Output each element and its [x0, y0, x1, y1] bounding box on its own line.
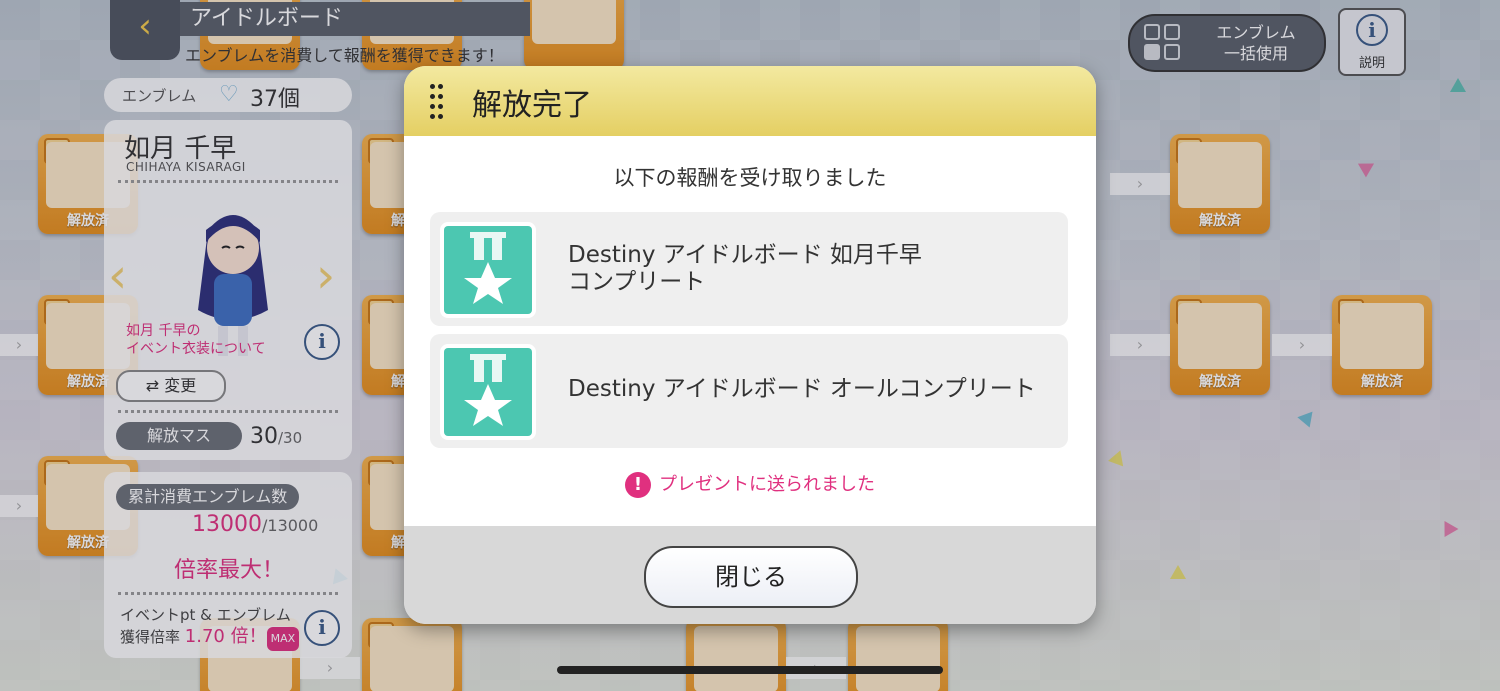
- alert-icon: !: [625, 472, 651, 498]
- medal-star-icon: [440, 344, 536, 440]
- reward-item: Destiny アイドルボード オールコンプリート: [430, 334, 1068, 448]
- dialog-title: 解放完了: [472, 88, 592, 123]
- notice-text: プレゼントに送られました: [659, 474, 875, 495]
- dialog-message: 以下の報酬を受け取りました: [613, 166, 887, 190]
- dialog-header: 解放完了: [404, 66, 1096, 136]
- release-complete-dialog: 解放完了 以下の報酬を受け取りました Destiny アイドルボード 如月千早 …: [404, 66, 1096, 624]
- reward-line: Destiny アイドルボード 如月千早: [568, 242, 922, 268]
- reward-name: Destiny アイドルボード 如月千早 コンプリート: [568, 242, 922, 296]
- medal-star-icon: [440, 222, 536, 318]
- reward-name: Destiny アイドルボード オールコンプリート: [568, 376, 1036, 403]
- grip-icon: [430, 84, 444, 120]
- home-indicator[interactable]: [557, 666, 943, 674]
- dialog-footer: 閉じる: [404, 526, 1096, 624]
- present-notice: ! プレゼントに送られました: [404, 470, 1096, 498]
- reward-item: Destiny アイドルボード 如月千早 コンプリート: [430, 212, 1068, 326]
- reward-line: Destiny アイドルボード オールコンプリート: [568, 376, 1036, 402]
- reward-line: コンプリート: [568, 269, 706, 295]
- close-button[interactable]: 閉じる: [644, 546, 858, 608]
